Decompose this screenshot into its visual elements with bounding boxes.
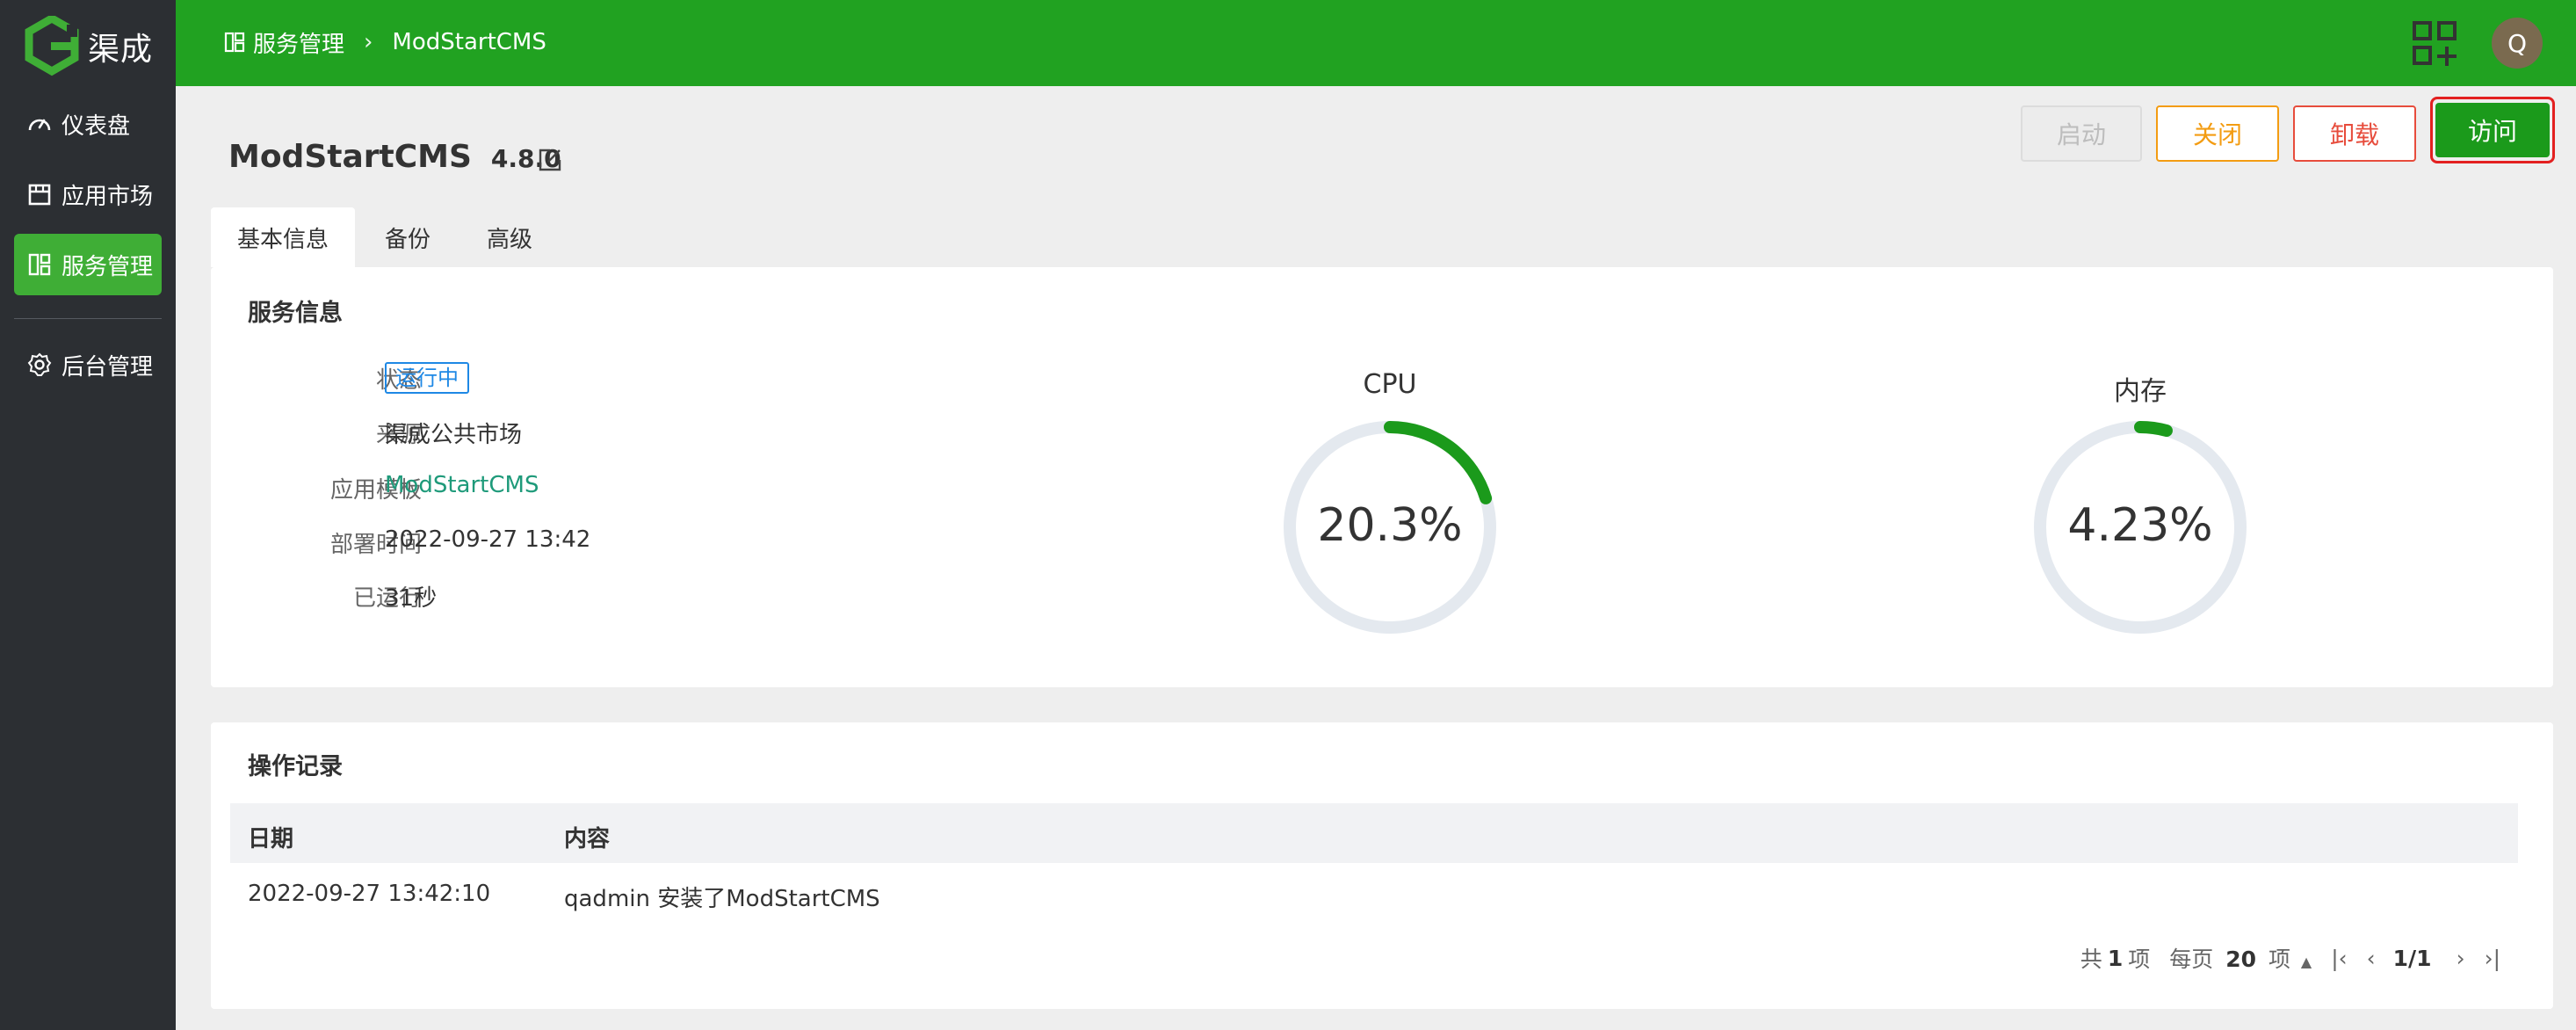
breadcrumb-item-services[interactable]: 服务管理 — [253, 26, 344, 59]
brand-logo[interactable]: 渠成 — [25, 16, 153, 77]
status-badge: 运行中 — [385, 362, 469, 394]
sidebar-item-dashboard[interactable]: 仪表盘 — [14, 93, 162, 155]
status-value: 运行中 — [385, 360, 469, 394]
operation-log-panel: 操作记录 日期 内容 2022-09-27 13:42:10 qadmin 安装… — [211, 722, 2553, 1009]
first-page-icon[interactable]: |‹ — [2331, 946, 2347, 971]
table-header: 日期 内容 — [230, 803, 2518, 863]
uninstall-button[interactable]: 卸载 — [2293, 105, 2416, 162]
tab-advanced[interactable]: 高级 — [487, 207, 532, 267]
pagination: 共 1 项 每页 20 项 ▲ |‹ ‹ 1/1 › ›| — [2080, 942, 2500, 974]
tab-basic-info[interactable]: 基本信息 — [211, 207, 355, 267]
chevron-right-icon: › — [364, 29, 373, 55]
source-value: 渠成公共市场 — [385, 422, 523, 448]
start-button[interactable]: 启动 — [2021, 105, 2142, 162]
caret-up-icon: ▲ — [2300, 954, 2312, 970]
sidebar-item-label: 后台管理 — [62, 353, 154, 381]
top-header: 服务管理 › ModStartCMS Q — [176, 0, 2576, 86]
cpu-gauge-value: 20.3% — [1317, 499, 1463, 552]
close-button[interactable]: 关闭 — [2156, 105, 2279, 162]
sidebar-item-admin[interactable]: 后台管理 — [14, 334, 162, 395]
brand-name: 渠成 — [88, 32, 154, 68]
pager-total-suffix: 项 — [2128, 947, 2151, 972]
avatar[interactable]: Q — [2492, 18, 2543, 69]
per-page-suffix: 项 — [2268, 947, 2290, 972]
gear-icon — [27, 352, 52, 376]
brand-logo-icon — [25, 16, 79, 76]
breadcrumb: 服务管理 › ModStartCMS — [223, 26, 546, 58]
pager-total: 1 — [2107, 945, 2124, 971]
last-page-icon[interactable]: ›| — [2485, 946, 2500, 971]
table-cell-date: 2022-09-27 13:42:10 — [248, 881, 491, 907]
column-header-date: 日期 — [248, 826, 294, 852]
panel-title: 操作记录 — [248, 753, 343, 780]
edit-icon[interactable] — [536, 146, 564, 174]
service-info-panel: 服务信息 状态 运行中 来源 渠成公共市场 应用模板 ModStartCMS 部… — [211, 267, 2553, 687]
sidebar-item-label: 仪表盘 — [62, 112, 131, 140]
sidebar-divider — [14, 318, 162, 319]
sidebar: 渠成 仪表盘 应用市场 服务管理 后台管理 — [0, 0, 176, 1030]
per-page-prefix: 每页 — [2169, 947, 2214, 972]
per-page-value: 20 — [2225, 947, 2256, 972]
sidebar-item-services[interactable]: 服务管理 — [14, 234, 162, 295]
sidebar-item-label: 服务管理 — [62, 253, 154, 280]
prev-page-icon[interactable]: ‹ — [2367, 946, 2376, 971]
breadcrumb-item-current: ModStartCMS — [392, 29, 546, 55]
column-header-content: 内容 — [564, 826, 611, 852]
grid-icon — [28, 253, 51, 276]
panel-title: 服务信息 — [248, 300, 343, 327]
tab-backup[interactable]: 备份 — [385, 207, 431, 267]
page-indicator: 1/1 — [2392, 945, 2432, 971]
service-name: ModStartCMS — [228, 139, 472, 175]
pager-total-prefix: 共 — [2080, 947, 2102, 972]
memory-gauge-title: 内存 — [2114, 376, 2167, 407]
page-title: ModStartCMS 4.8.0 — [228, 139, 561, 175]
gauge-icon — [28, 119, 51, 131]
grid-icon — [224, 32, 245, 53]
sidebar-item-market[interactable]: 应用市场 — [14, 163, 162, 225]
sidebar-item-label: 应用市场 — [62, 183, 154, 210]
per-page-select[interactable]: 每页 20 项 ▲ — [2169, 942, 2312, 974]
store-icon — [28, 184, 51, 206]
apps-add-icon[interactable] — [2411, 19, 2460, 69]
uptime-value: 31秒 — [385, 585, 438, 612]
template-link[interactable]: ModStartCMS — [385, 472, 539, 498]
table-cell-content: qadmin 安装了ModStartCMS — [564, 886, 880, 912]
deploy-time-value: 2022-09-27 13:42 — [385, 526, 591, 553]
visit-button[interactable]: 访问 — [2435, 103, 2550, 157]
memory-gauge-value: 4.23% — [2067, 499, 2213, 552]
next-page-icon[interactable]: › — [2457, 946, 2465, 971]
cpu-gauge-title: CPU — [1363, 369, 1417, 400]
